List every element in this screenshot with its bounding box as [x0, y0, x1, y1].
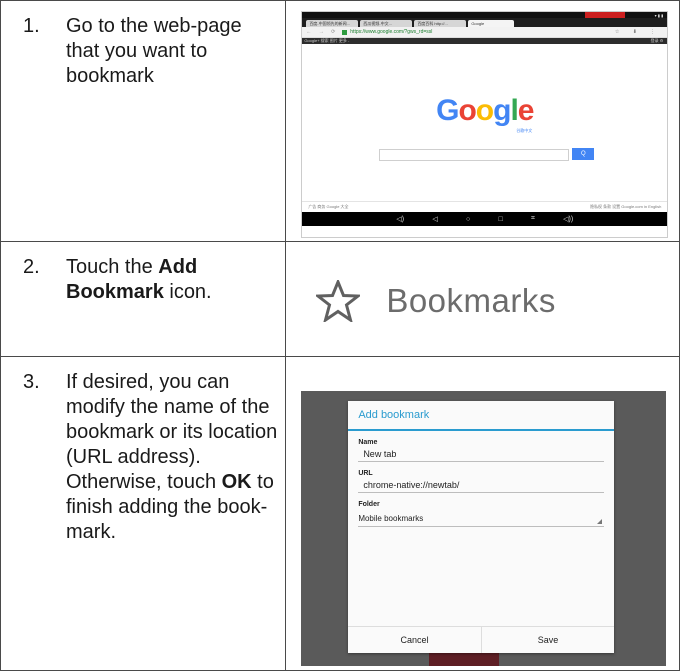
folder-select[interactable]: Mobile bookmarks	[358, 512, 605, 527]
step-3-image-cell: Add bookmark Name New tab URL chrome-nat…	[285, 356, 680, 671]
lock-icon	[342, 29, 348, 35]
step-1-text-cell: 1. Go to the web-page that you want to b…	[0, 0, 287, 242]
logo-letter: o	[458, 94, 476, 127]
footer-links-left[interactable]: 广告 商务 Google 大全	[308, 202, 348, 212]
star-and-menu-icons[interactable]: ☆ ⬇ ⋮	[615, 29, 661, 35]
browser-screenshot: ▾ ▮ ▮ 百度-中国领先的新闻... 西瓜视频-中文... 百度百科 http…	[301, 11, 669, 238]
step-3-text: If desired, you can modify the name of t…	[66, 370, 277, 545]
step-1-text: Go to the web-page that you want to book…	[66, 15, 242, 87]
name-label: Name	[358, 439, 378, 446]
background-content	[429, 652, 500, 666]
logo-letter: G	[436, 94, 459, 127]
back-icon[interactable]: ◁	[432, 215, 437, 223]
google-search-button[interactable]: Q	[572, 148, 595, 160]
dialog-screenshot: Add bookmark Name New tab URL chrome-nat…	[301, 391, 667, 666]
url-label: URL	[358, 470, 373, 477]
dialog-title: Add bookmark	[348, 401, 615, 431]
url-text[interactable]: https://www.google.com/?gws_rd=ssl	[350, 29, 432, 35]
step-2-number: 2.	[23, 256, 40, 278]
browser-tab-strip: 百度-中国领先的新闻... 西瓜视频-中文... 百度百科 http://...…	[302, 18, 668, 27]
nav-arrows-icon[interactable]: ← → ⟳	[306, 29, 338, 35]
step-2-text-before: Touch the	[66, 256, 159, 278]
instruction-table: 1. Go to the web-page that you want to b…	[0, 0, 680, 671]
status-highlight	[584, 12, 625, 18]
step-3-text-cell: 3. If desired, you can modify the name o…	[0, 356, 287, 671]
step-3-number: 3.	[23, 371, 40, 393]
name-field[interactable]: New tab	[358, 448, 605, 462]
logo-subtitle: 谷歌中文	[516, 128, 533, 133]
folder-label: Folder	[358, 501, 380, 508]
google-footer: 广告 商务 Google 大全 隐私权 条款 设置 Google.com in …	[302, 201, 668, 212]
browser-tab[interactable]: 西瓜视频-中文...	[360, 20, 413, 27]
screenshot-icon[interactable]: ⌗	[531, 215, 535, 223]
step-2-text: Touch the Add Bookmark icon.	[66, 255, 277, 305]
step-2-image-cell: Bookmarks	[285, 241, 680, 357]
google-logo: Google	[302, 94, 667, 128]
star-outline-icon[interactable]	[316, 280, 361, 322]
save-button[interactable]: Save	[480, 627, 615, 653]
step-row-1: 1. Go to the web-page that you want to b…	[0, 0, 680, 242]
status-icons: ▾ ▮ ▮	[654, 12, 664, 18]
browser-tab-active[interactable]: Google	[468, 20, 515, 27]
logo-letter: e	[517, 94, 535, 127]
dropdown-triangle-icon	[597, 519, 603, 524]
bookmarks-label[interactable]: Bookmarks	[386, 282, 556, 320]
logo-letter: g	[493, 94, 511, 127]
step-1-image-cell: ▾ ▮ ▮ 百度-中国领先的新闻... 西瓜视频-中文... 百度百科 http…	[285, 0, 680, 242]
volume-down-icon[interactable]: ◁)	[396, 215, 404, 223]
folder-value: Mobile bookmarks	[358, 514, 424, 523]
add-bookmark-dialog: Add bookmark Name New tab URL chrome-nat…	[348, 401, 615, 653]
android-nav-bar: ◁) ◁ ○ □ ⌗ ◁))	[302, 212, 668, 226]
dialog-actions: Cancel Save	[348, 626, 615, 653]
ok-term: OK	[221, 471, 252, 493]
google-search-input[interactable]	[379, 149, 570, 161]
url-field[interactable]: chrome-native://newtab/	[358, 479, 605, 493]
bookmarks-zoom: Bookmarks	[316, 280, 556, 322]
browser-tab[interactable]: 百度-中国领先的新闻...	[306, 20, 359, 27]
volume-up-icon[interactable]: ◁))	[563, 215, 573, 223]
address-bar: ← → ⟳ https://www.google.com/?gws_rd=ssl…	[302, 27, 668, 38]
step-2-text-after: icon.	[163, 281, 212, 303]
step-row-2: 2. Touch the Add Bookmark icon. Bookmark…	[0, 241, 680, 357]
logo-letter: o	[475, 94, 494, 127]
logo-letter: l	[510, 94, 518, 127]
footer-links-right[interactable]: 隐私权 条款 设置 Google.com in English	[590, 202, 661, 212]
step-row-3: 3. If desired, you can modify the name o…	[0, 356, 680, 671]
google-homepage: Google 谷歌中文 Q 广告 商务 Google 大全 隐私权 条款 设置 …	[302, 44, 668, 212]
browser-tab[interactable]: 百度百科 http://...	[414, 20, 467, 27]
step-2-text-cell: 2. Touch the Add Bookmark icon.	[0, 241, 287, 357]
home-icon[interactable]: ○	[466, 216, 470, 223]
step-1-number: 1.	[23, 15, 40, 37]
cancel-button[interactable]: Cancel	[348, 627, 481, 653]
recents-icon[interactable]: □	[498, 216, 502, 223]
